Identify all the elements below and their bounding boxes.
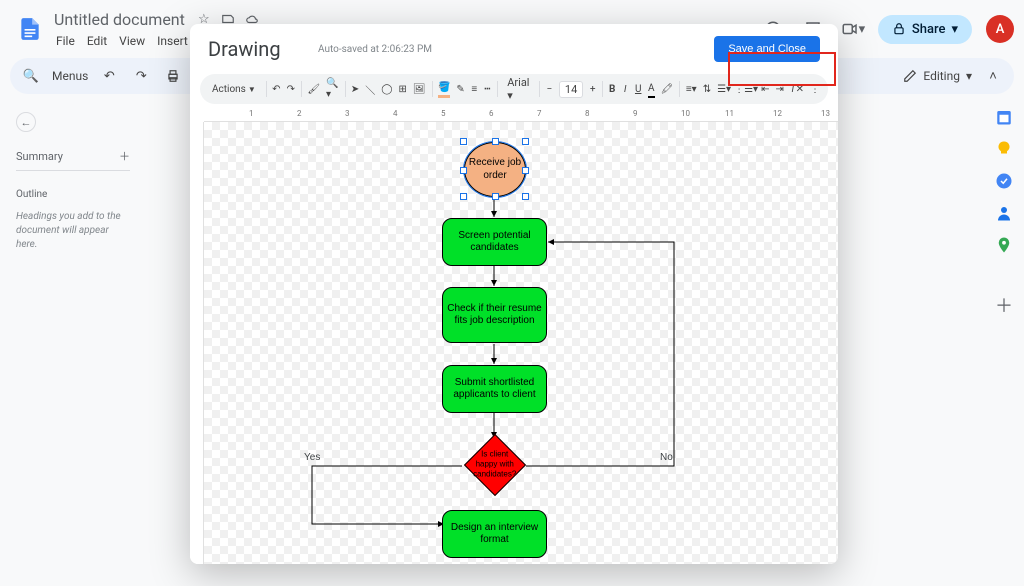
shape-tool-icon[interactable]: ◯ (381, 80, 392, 98)
drawing-canvas[interactable]: Receive job order Screen potential candi… (204, 122, 838, 564)
drawing-title: Drawing (208, 37, 318, 61)
bullet-list-icon[interactable]: ⋮☰▾ (737, 80, 755, 98)
line-spacing-icon[interactable]: ⇅ (703, 80, 711, 98)
clear-format-icon[interactable]: T✕ (790, 80, 804, 98)
save-and-close-button[interactable]: Save and Close (714, 36, 820, 62)
bold-icon[interactable]: B (609, 80, 616, 98)
indent-increase-icon[interactable]: ⇥ (775, 80, 783, 98)
flowchart-arrows (204, 122, 838, 564)
underline-icon[interactable]: U (635, 80, 642, 98)
flow-node-design[interactable]: Design an interview format (442, 510, 547, 558)
paint-format-icon[interactable]: 🖌 (307, 80, 320, 98)
textbox-tool-icon[interactable]: ⊞ (398, 80, 406, 98)
select-tool-icon[interactable]: ➤ (351, 80, 359, 98)
align-icon[interactable]: ≡▾ (686, 80, 697, 98)
italic-icon[interactable]: I (622, 80, 629, 98)
ruler-horizontal: 1 2 3 4 5 6 7 8 9 10 11 12 13 (204, 108, 838, 122)
border-color-icon[interactable]: ✎ (456, 80, 464, 98)
image-tool-icon[interactable]: 🖼 (413, 80, 426, 98)
actions-dropdown[interactable]: Actions▼ (208, 84, 260, 95)
fill-color-icon[interactable]: 🪣 (438, 80, 450, 98)
border-weight-icon[interactable]: ≡ (471, 80, 478, 98)
ruler-vertical (190, 122, 204, 564)
label-no: No (660, 452, 673, 463)
drawing-modal: Drawing Auto-saved at 2:06:23 PM Save an… (190, 24, 838, 564)
zoom-tool-icon[interactable]: 🔍▾ (326, 80, 338, 98)
label-yes: Yes (304, 452, 320, 463)
undo-icon[interactable]: ↶ (272, 80, 280, 98)
text-color-icon[interactable]: A (648, 80, 655, 98)
list-icon[interactable]: ☰▾ (717, 80, 731, 98)
font-dropdown[interactable]: Arial ▾ (503, 76, 533, 102)
autosave-text: Auto-saved at 2:06:23 PM (318, 44, 714, 55)
font-size-input[interactable]: 14 (559, 81, 583, 98)
flow-node-receive[interactable]: Receive job order (464, 142, 526, 197)
flow-node-check[interactable]: Check if their resume fits job descripti… (442, 287, 547, 343)
drawing-toolbar: Actions▼ ↶ ↷ 🖌 🔍▾ ➤ ＼ ◯ ⊞ 🖼 🪣 ✎ ≡ ┅ Aria… (200, 74, 828, 104)
line-tool-icon[interactable]: ＼ (365, 80, 375, 98)
indent-decrease-icon[interactable]: ⇤ (761, 80, 769, 98)
more-icon[interactable]: ⋮ (810, 80, 820, 98)
flow-node-submit[interactable]: Submit shortlisted applicants to client (442, 365, 547, 413)
font-increase-icon[interactable]: + (589, 80, 596, 98)
flow-node-screen[interactable]: Screen potential candidates (442, 218, 547, 266)
highlight-icon[interactable]: 🖍 (661, 80, 674, 98)
font-decrease-icon[interactable]: − (546, 80, 553, 98)
redo-icon[interactable]: ↷ (287, 80, 295, 98)
flow-node-decision[interactable]: Is client happy with candidates? (464, 434, 526, 496)
border-dash-icon[interactable]: ┅ (484, 80, 491, 98)
